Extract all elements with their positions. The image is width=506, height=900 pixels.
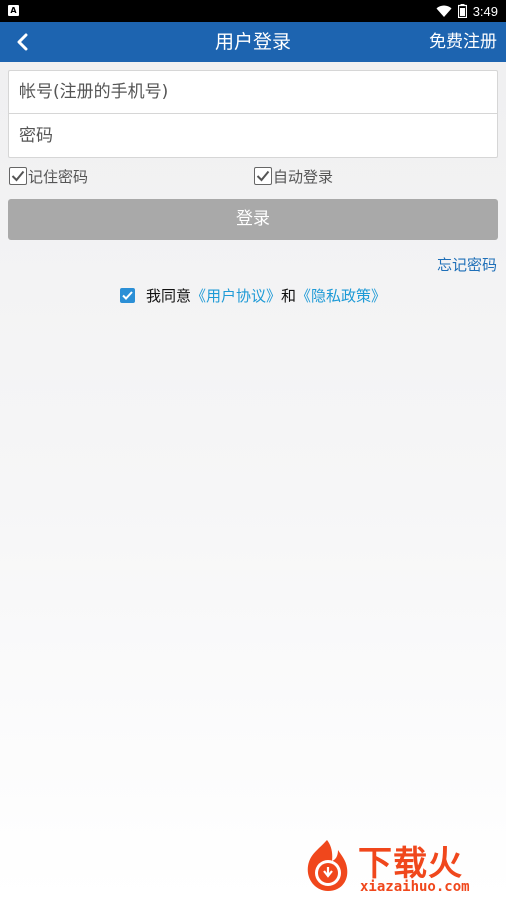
free-register-button[interactable]: 免费注册 [429,22,497,62]
agreement-prefix: 我同意 [145,286,191,305]
password-input[interactable] [9,114,497,157]
forgot-password-link[interactable]: 忘记密码 [437,254,497,275]
app-bar: 用户登录 免费注册 [0,22,506,62]
flame-logo-icon [307,840,348,891]
wifi-icon [436,5,452,17]
checkbox-checked-icon [254,167,272,185]
checkbox-checked-icon [9,167,27,185]
auto-login-checkbox[interactable]: 自动登录 [254,165,333,187]
login-form [8,70,498,158]
remember-password-checkbox[interactable]: 记住密码 [9,165,88,187]
watermark: 下载火 xiazaihuo.com [298,836,504,896]
agreement-row: 我同意 《用户协议》 和 《隐私政策》 [0,284,506,306]
watermark-url: xiazaihuo.com [360,879,470,895]
battery-icon [457,4,467,18]
notification-a-icon: A [8,5,19,16]
remember-password-label: 记住密码 [28,167,89,186]
status-bar: A 3:49 [0,0,506,22]
watermark-brand: 下载火 [358,844,463,884]
agreement-checkbox[interactable] [119,287,135,303]
status-time: 3:49 [472,3,498,19]
password-row [9,114,497,157]
auto-login-label: 自动登录 [273,167,334,186]
account-input[interactable] [9,71,497,113]
agreement-and: 和 [281,286,297,305]
user-agreement-link[interactable]: 《用户协议》 [191,285,281,306]
check-icon [122,290,133,300]
privacy-policy-link[interactable]: 《隐私政策》 [296,285,386,306]
login-button[interactable]: 登录 [8,199,498,240]
account-row [9,71,497,114]
status-right: 3:49 [436,0,498,22]
